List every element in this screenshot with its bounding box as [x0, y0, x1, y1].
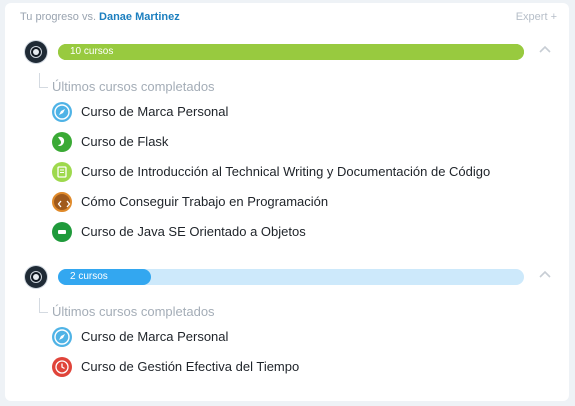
chevron-up-icon[interactable]: [538, 268, 554, 284]
avatar: [25, 41, 47, 63]
course-item[interactable]: Curso de Introducción al Technical Writi…: [52, 162, 552, 184]
document-icon: [52, 162, 72, 182]
code-icon: [52, 192, 72, 212]
progress-header: Tu progreso vs. Danae Martinez Expert +: [20, 11, 557, 27]
tree-connector: [39, 73, 48, 88]
course-name: Curso de Flask: [81, 134, 169, 149]
progress-bar-track: 2 cursos: [58, 269, 524, 285]
section-label: Últimos cursos completados: [52, 79, 215, 94]
courses-count: 2 cursos: [70, 271, 108, 282]
progress-bar-track: 10 cursos: [58, 44, 524, 60]
course-item[interactable]: Curso de Flask: [52, 132, 552, 154]
progress-bar-fill: [58, 44, 524, 60]
course-item[interactable]: Curso de Gestión Efectiva del Tiempo: [52, 357, 552, 379]
course-name: Curso de Marca Personal: [81, 329, 229, 344]
course-name: Cómo Conseguir Trabajo en Programación: [81, 194, 329, 209]
track-row-1[interactable]: 10 cursos: [5, 41, 569, 65]
progress-card: Tu progreso vs. Danae Martinez Expert + 1…: [5, 3, 569, 401]
course-item[interactable]: Cómo Conseguir Trabajo en Programación: [52, 192, 552, 214]
clock-icon: [52, 357, 72, 377]
tree-connector: [39, 298, 48, 313]
avatar: [25, 266, 47, 288]
java-icon: [52, 222, 72, 242]
chevron-up-icon[interactable]: [538, 43, 554, 59]
flask-icon: [52, 132, 72, 152]
compass-icon: [52, 102, 72, 122]
compass-icon: [52, 327, 72, 347]
track-row-2[interactable]: 2 cursos: [5, 266, 569, 290]
courses-count: 10 cursos: [70, 46, 114, 57]
course-item[interactable]: Curso de Marca Personal: [52, 327, 552, 349]
opponent-name-link[interactable]: Danae Martinez: [99, 11, 180, 23]
course-name: Curso de Gestión Efectiva del Tiempo: [81, 359, 300, 374]
course-name: Curso de Marca Personal: [81, 104, 229, 119]
course-name: Curso de Java SE Orientado a Objetos: [81, 224, 306, 239]
section-label: Últimos cursos completados: [52, 304, 215, 319]
progress-prefix: Tu progreso vs.: [20, 11, 97, 23]
course-name: Curso de Introducción al Technical Writi…: [81, 164, 491, 179]
level-label: Expert +: [515, 11, 557, 23]
course-item[interactable]: Curso de Java SE Orientado a Objetos: [52, 222, 552, 244]
course-item[interactable]: Curso de Marca Personal: [52, 102, 552, 124]
